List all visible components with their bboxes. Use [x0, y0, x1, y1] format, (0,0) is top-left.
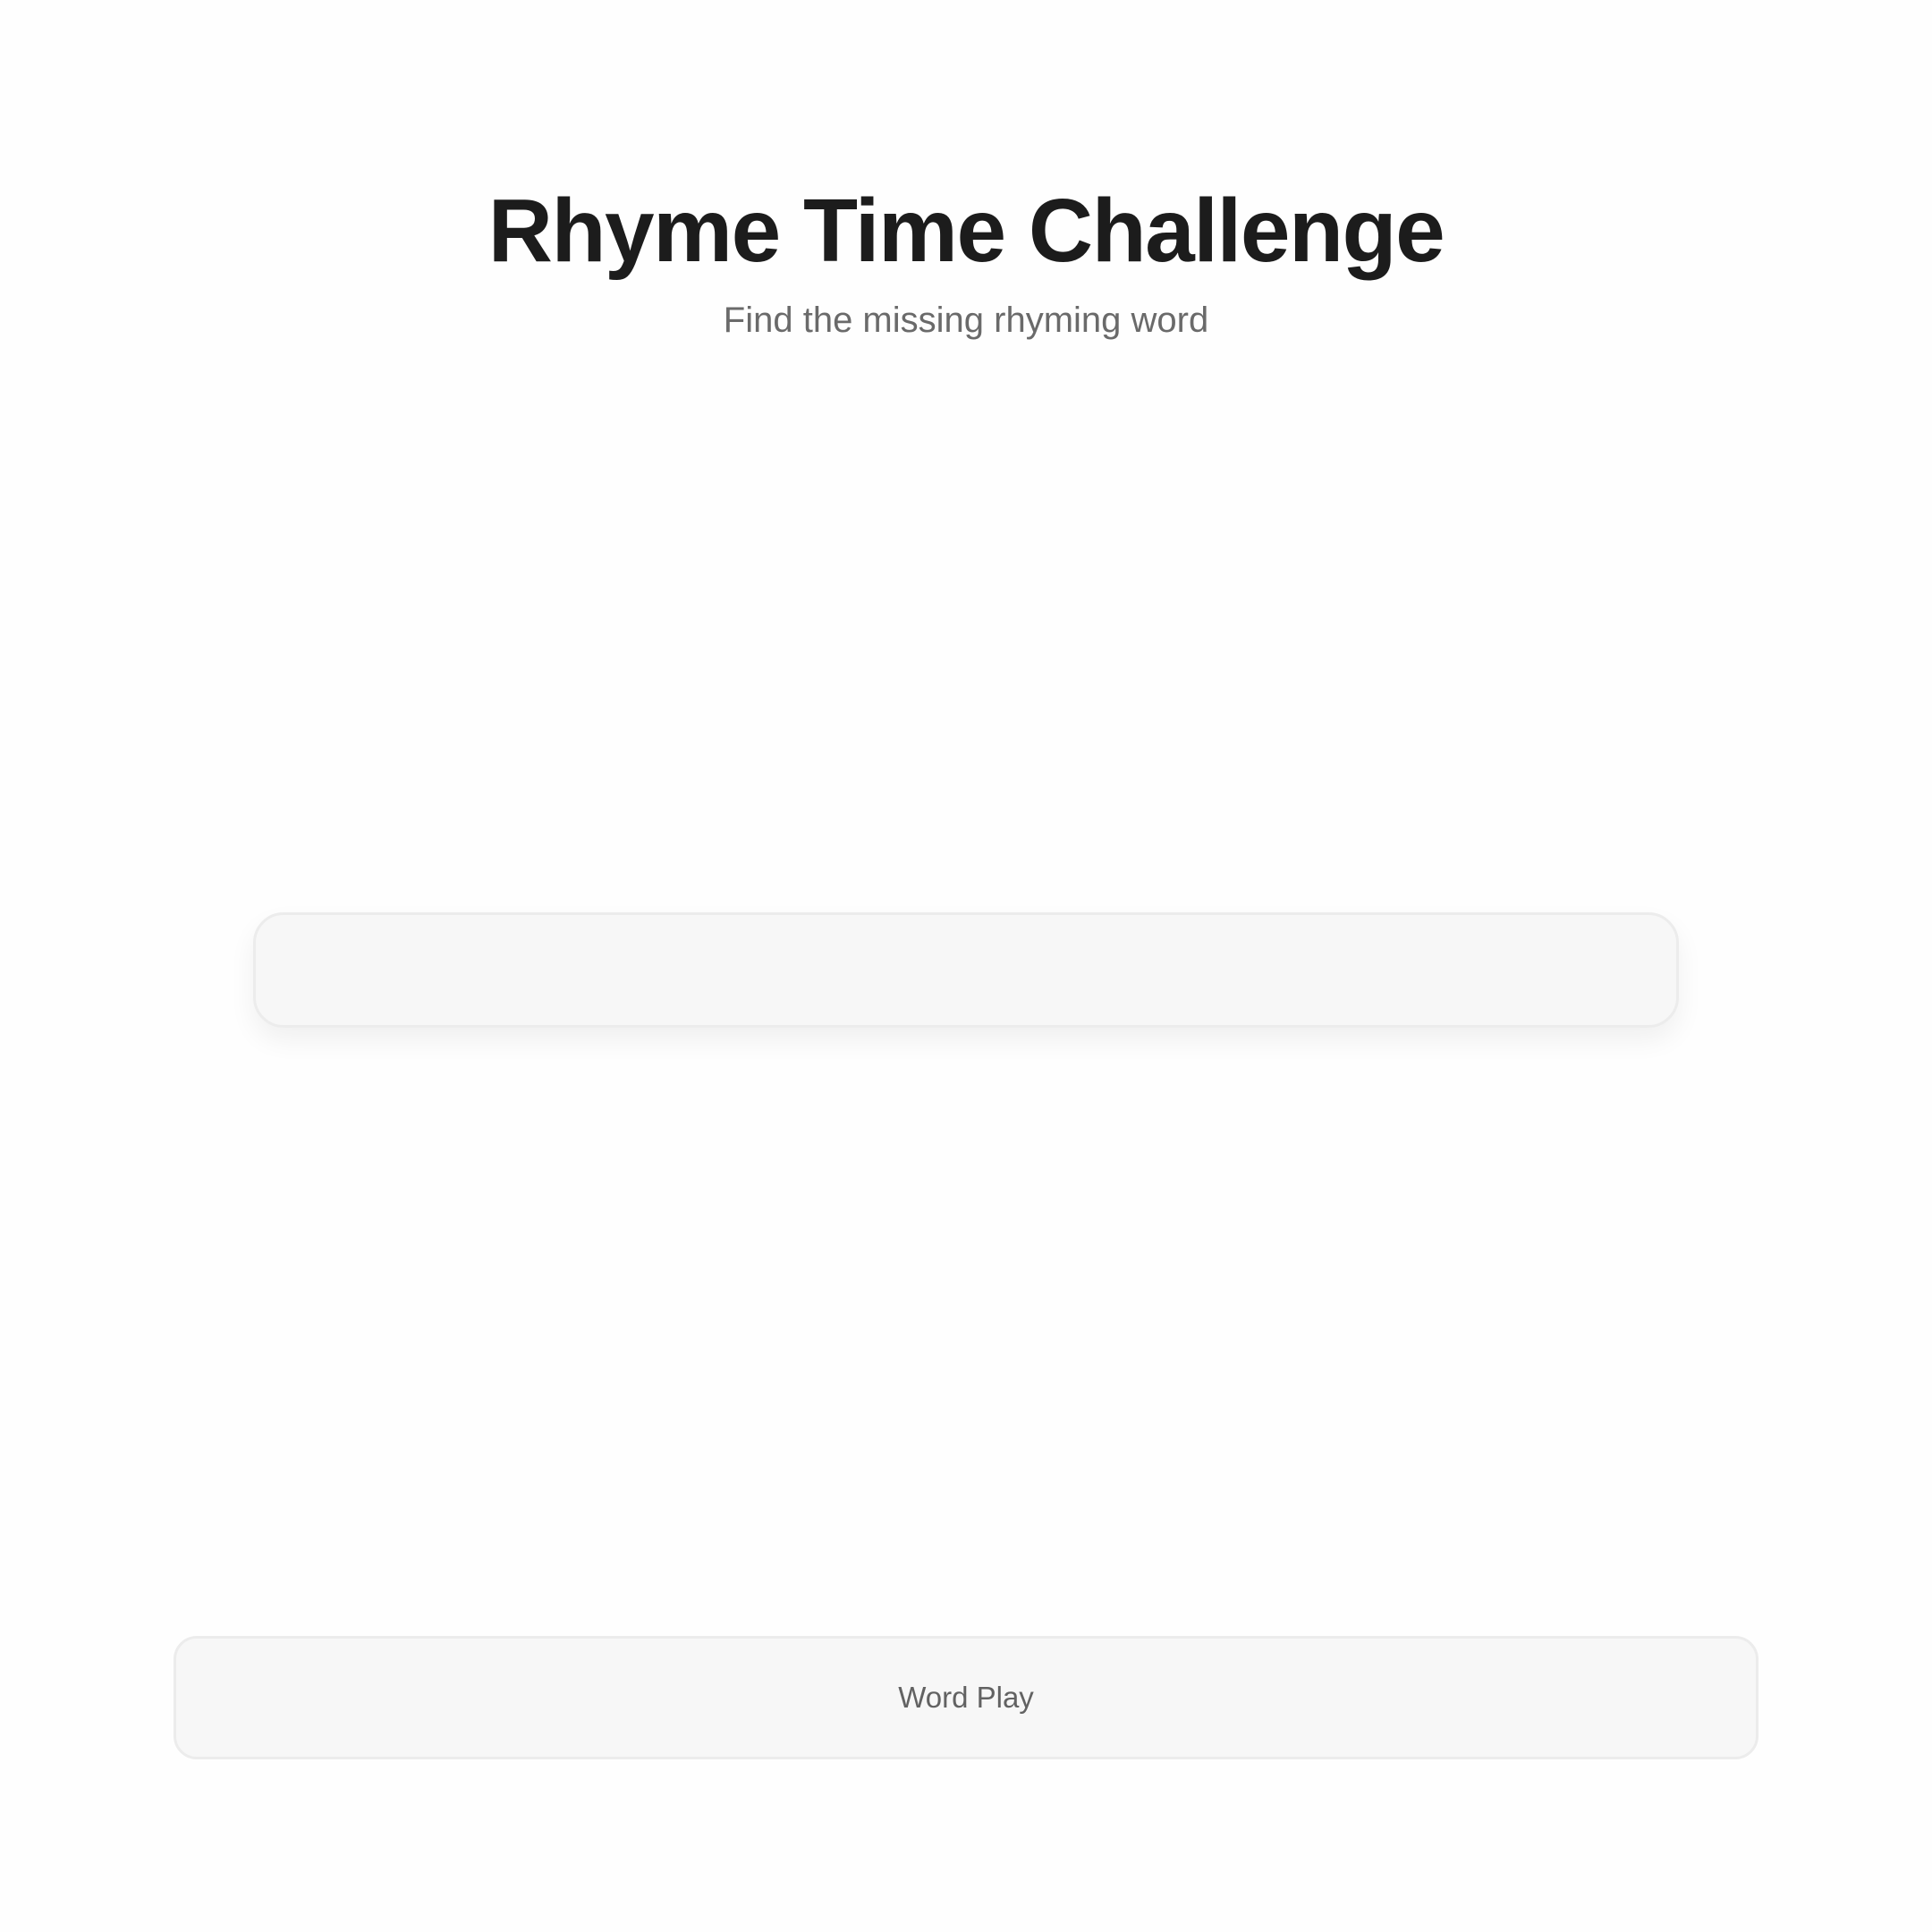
page-subtitle: Find the missing rhyming word — [723, 301, 1209, 340]
category-label: Word Play — [898, 1681, 1034, 1714]
page-title: Rhyme Time Challenge — [487, 181, 1445, 281]
answer-box[interactable] — [253, 912, 1679, 1028]
category-bar[interactable]: Word Play — [174, 1636, 1758, 1759]
